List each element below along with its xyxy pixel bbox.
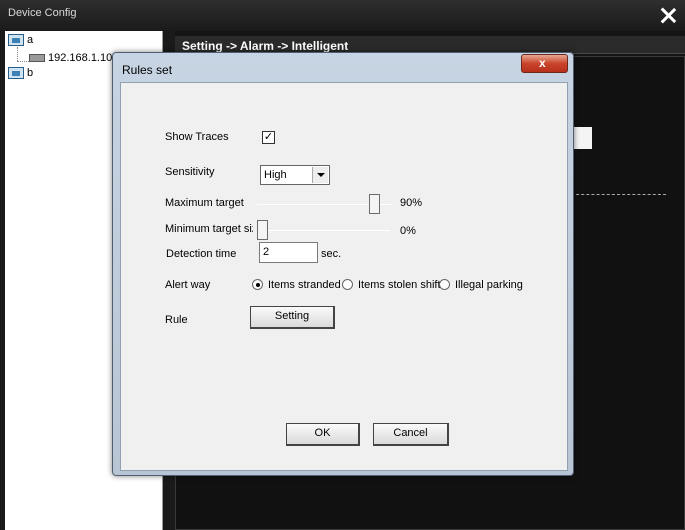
tree-item-device[interactable]: 192.168.1.10: [29, 52, 112, 64]
cancel-button[interactable]: Cancel: [373, 423, 449, 446]
tree-connector: [17, 61, 29, 62]
tree-connector: [17, 47, 18, 61]
app-close-icon[interactable]: [658, 6, 678, 26]
group-icon: [8, 34, 24, 46]
app-titlebar: Device Config: [0, 0, 685, 30]
minimum-target-label: Minimum target siz: [165, 223, 253, 235]
maximum-target-value: 90%: [400, 197, 423, 209]
sensitivity-value: High: [264, 169, 287, 181]
tree-item-label: b: [27, 67, 34, 79]
alert-way-option-label: Illegal parking: [455, 279, 523, 291]
alert-way-label: Alert way: [165, 279, 211, 291]
minimum-target-thumb[interactable]: [257, 220, 268, 240]
breadcrumb: Setting -> Alarm -> Intelligent: [182, 39, 349, 53]
detection-time-input[interactable]: 2: [259, 242, 318, 263]
alert-way-option-label: Items stranded: [268, 279, 341, 291]
tree-item-b[interactable]: b: [8, 67, 33, 79]
dialog-close-button[interactable]: x: [521, 54, 568, 73]
minimum-target-value: 0%: [400, 225, 416, 237]
alert-way-option-label: Items stolen shift: [358, 279, 441, 291]
tree-item-a[interactable]: a: [8, 34, 33, 46]
divider: [571, 194, 666, 195]
dialog-title: Rules set: [122, 63, 173, 77]
ok-button[interactable]: OK: [286, 423, 360, 446]
tree-item-label: 192.168.1.10: [48, 52, 113, 64]
alert-way-radio-items-stranded[interactable]: [252, 279, 263, 290]
maximum-target-thumb[interactable]: [368, 194, 380, 214]
minimum-target-track[interactable]: [257, 230, 390, 231]
camera-icon: [29, 54, 45, 62]
rule-label: Rule: [165, 314, 188, 326]
dialog-body: Show Traces ✓ Sensitivity High Maximum t…: [120, 82, 568, 471]
tree-item-label: a: [27, 34, 34, 46]
content-input[interactable]: [574, 127, 592, 149]
show-traces-label: Show Traces: [165, 131, 229, 143]
group-icon: [8, 67, 24, 79]
detection-time-unit: sec.: [321, 248, 342, 260]
close-icon: x: [539, 56, 546, 70]
sensitivity-label: Sensitivity: [165, 166, 215, 178]
detection-time-value: 2: [263, 246, 270, 258]
maximum-target-label: Maximum target: [165, 197, 244, 209]
sensitivity-select[interactable]: High: [260, 165, 330, 185]
chevron-down-icon: [312, 167, 328, 183]
show-traces-checkbox[interactable]: ✓: [262, 131, 275, 144]
detection-time-label: Detection time: [166, 248, 237, 260]
rules-set-dialog: Rules set x Show Traces ✓ Sensitivity Hi…: [112, 52, 574, 476]
rule-setting-button[interactable]: Setting: [250, 306, 335, 329]
alert-way-radio-illegal-parking[interactable]: [439, 279, 450, 290]
alert-way-radio-items-stolen-shift[interactable]: [342, 279, 353, 290]
app-title: Device Config: [8, 7, 77, 19]
